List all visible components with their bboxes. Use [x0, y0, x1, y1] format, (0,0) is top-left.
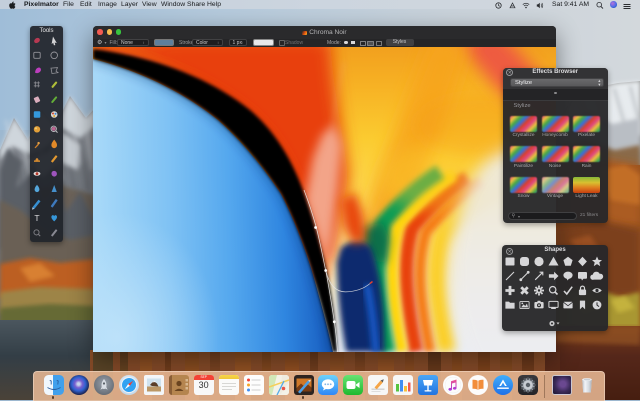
svg-text:T: T [34, 213, 39, 223]
